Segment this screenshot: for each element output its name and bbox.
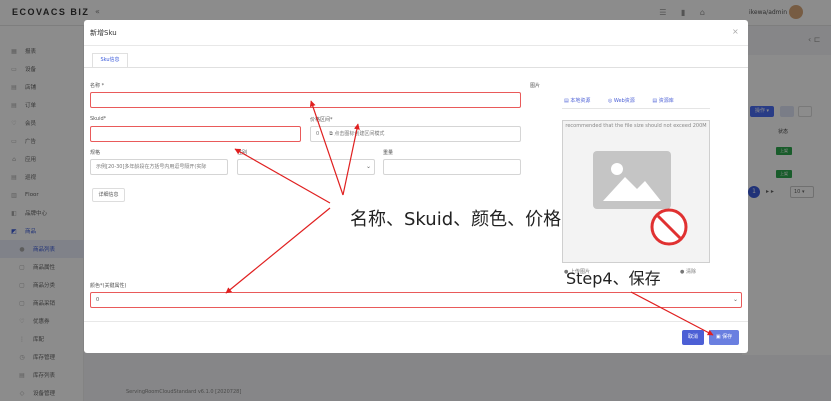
web-source-tab[interactable]: ◎ Web资源	[608, 98, 643, 104]
image-hint: recommended that the file size should no…	[565, 123, 707, 129]
price-range-input[interactable]: 0 ⧉ 点击图标创建区间模式	[310, 126, 521, 142]
chevron-down-icon: ⌄	[732, 296, 738, 303]
add-sku-dialog: 新增Sku × Sku信息 名称 * Skuid* 价格区间* 0 ⧉ 点击图标创…	[84, 20, 748, 353]
detail-button[interactable]: 详细信息	[92, 188, 125, 202]
clear-image-link[interactable]: ● 清除	[680, 268, 696, 275]
specs-input[interactable]: 示例[20-30]多年龄段在方括号内用逗号隔开(实际	[90, 159, 228, 175]
image-dropzone[interactable]: recommended that the file size should no…	[562, 120, 710, 263]
color-select[interactable]: 0 ⌄	[90, 292, 742, 308]
tab-sku-info[interactable]: Sku信息	[92, 53, 128, 68]
name-label: 名称 *	[90, 83, 105, 89]
library-source-tab[interactable]: ▤ 资源库	[652, 98, 681, 104]
divider	[84, 321, 748, 322]
weight-input[interactable]	[383, 159, 521, 175]
weight-label: 重量	[383, 150, 394, 156]
chevron-down-icon: ⌄	[365, 163, 371, 170]
no-entry-icon	[650, 208, 688, 246]
range-mode-icon[interactable]: ⧉	[329, 131, 333, 137]
close-icon[interactable]: ×	[732, 27, 739, 36]
annotation-step-note: Step4、保存	[566, 269, 661, 288]
skuid-label: Skuid*	[90, 116, 107, 122]
price-range-label: 价格区间*	[310, 117, 333, 123]
divider	[84, 45, 748, 46]
skuid-input[interactable]	[90, 126, 301, 142]
color-label: 颜色*(关键属性)	[90, 283, 127, 289]
divider	[562, 108, 710, 109]
image-placeholder-icon	[593, 151, 671, 209]
save-button[interactable]: ▣ 保存	[709, 330, 739, 345]
image-source-tabs: ▤ 本地资源 ◎ Web资源 ▤ 资源库	[564, 97, 690, 104]
dialog-title: 新增Sku	[90, 29, 117, 37]
image-label: 图片	[530, 83, 541, 89]
local-source-tab[interactable]: ▤ 本地资源	[564, 98, 598, 104]
gender-label: 性别	[237, 150, 248, 156]
specs-label: 规格	[90, 150, 101, 156]
name-input[interactable]	[90, 92, 521, 108]
annotation-fields-note: 名称、Skuid、颜色、价格	[350, 209, 562, 230]
cancel-button[interactable]: 取消	[682, 330, 704, 345]
gender-select[interactable]: ⌄	[237, 159, 375, 175]
divider	[84, 67, 748, 68]
